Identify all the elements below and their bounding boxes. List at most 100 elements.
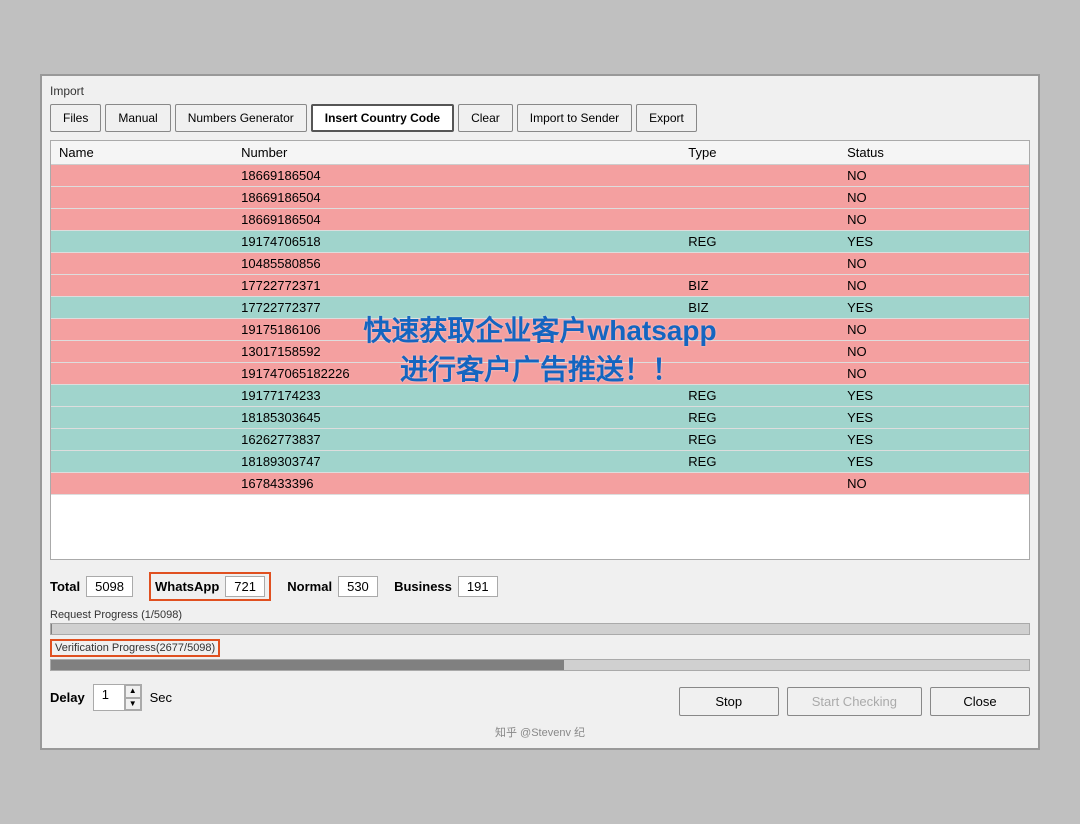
cell-status: YES xyxy=(839,385,1029,407)
whatsapp-value: 721 xyxy=(225,576,265,597)
cell-number: 18669186504 xyxy=(233,209,680,231)
stop-button[interactable]: Stop xyxy=(679,687,779,716)
cell-name xyxy=(51,363,233,385)
start-checking-button[interactable]: Start Checking xyxy=(787,687,922,716)
cell-name xyxy=(51,297,233,319)
source-watermark: 知乎 @Stevenv 纪 xyxy=(50,724,1030,740)
numbers-generator-button[interactable]: Numbers Generator xyxy=(175,104,307,132)
cell-type xyxy=(680,187,839,209)
cell-number: 17722772371 xyxy=(233,275,680,297)
col-type: Type xyxy=(680,141,839,165)
close-button[interactable]: Close xyxy=(930,687,1030,716)
cell-type: BIZ xyxy=(680,275,839,297)
cell-type xyxy=(680,165,839,187)
table-row: 18185303645REGYES xyxy=(51,407,1029,429)
cell-status: NO xyxy=(839,319,1029,341)
cell-status: YES xyxy=(839,429,1029,451)
cell-type: REG xyxy=(680,429,839,451)
cell-status: YES xyxy=(839,451,1029,473)
delay-spinner[interactable]: 1 ▲ ▼ xyxy=(93,684,142,711)
verification-progress-bar-bg xyxy=(50,659,1030,671)
cell-number: 19175186106 xyxy=(233,319,680,341)
cell-type xyxy=(680,209,839,231)
normal-stat: Normal 530 xyxy=(287,576,378,597)
request-progress-bar-bg xyxy=(50,623,1030,635)
cell-name xyxy=(51,407,233,429)
cell-status: NO xyxy=(839,209,1029,231)
request-progress-label: Request Progress (1/5098) xyxy=(50,609,1030,621)
cell-type: REG xyxy=(680,231,839,253)
data-table-container: 快速获取企业客户whatsapp 进行客户广告推送！！ Name Number … xyxy=(50,140,1030,560)
sec-label: Sec xyxy=(150,690,172,705)
cell-status: YES xyxy=(839,231,1029,253)
delay-row: Delay 1 ▲ ▼ Sec Stop Start Checking Clos… xyxy=(50,679,1030,716)
spinner-controls: ▲ ▼ xyxy=(124,685,141,710)
business-value: 191 xyxy=(458,576,498,597)
verification-progress-label: Verification Progress(2677/5098) xyxy=(50,639,1030,657)
cell-name xyxy=(51,319,233,341)
cell-name xyxy=(51,473,233,495)
delay-label: Delay xyxy=(50,690,85,705)
whatsapp-stat: WhatsApp 721 xyxy=(149,572,271,601)
cell-name xyxy=(51,429,233,451)
cell-name xyxy=(51,275,233,297)
col-name: Name xyxy=(51,141,233,165)
cell-number: 18669186504 xyxy=(233,187,680,209)
cell-number: 16262773837 xyxy=(233,429,680,451)
table-row: 13017158592NO xyxy=(51,341,1029,363)
total-stat: Total 5098 xyxy=(50,576,133,597)
import-to-sender-button[interactable]: Import to Sender xyxy=(517,104,632,132)
main-window: Import Files Manual Numbers Generator In… xyxy=(40,74,1040,750)
cell-number: 19177174233 xyxy=(233,385,680,407)
cell-type: BIZ xyxy=(680,297,839,319)
table-row: 19175186106 NO xyxy=(51,319,1029,341)
cell-number: 18669186504 xyxy=(233,165,680,187)
cell-number: 191747065182226 xyxy=(233,363,680,385)
cell-name xyxy=(51,165,233,187)
cell-type: REG xyxy=(680,451,839,473)
files-button[interactable]: Files xyxy=(50,104,101,132)
cell-name xyxy=(51,187,233,209)
total-value: 5098 xyxy=(86,576,133,597)
whatsapp-label: WhatsApp xyxy=(155,579,219,594)
cell-status: NO xyxy=(839,341,1029,363)
table-row: 191747065182226 NO xyxy=(51,363,1029,385)
toolbar: Files Manual Numbers Generator Insert Co… xyxy=(50,104,1030,132)
export-button[interactable]: Export xyxy=(636,104,697,132)
data-table: Name Number Type Status 18669186504NO186… xyxy=(51,141,1029,495)
cell-name xyxy=(51,231,233,253)
cell-status: NO xyxy=(839,363,1029,385)
spinner-up-button[interactable]: ▲ xyxy=(125,685,141,697)
cell-number: 10485580856 xyxy=(233,253,680,275)
cell-status: NO xyxy=(839,253,1029,275)
cell-status: YES xyxy=(839,297,1029,319)
manual-button[interactable]: Manual xyxy=(105,104,170,132)
table-row: 17722772377BIZYES xyxy=(51,297,1029,319)
table-row: 19177174233REGYES xyxy=(51,385,1029,407)
insert-country-code-button[interactable]: Insert Country Code xyxy=(311,104,454,132)
cell-number: 18189303747 xyxy=(233,451,680,473)
spinner-down-button[interactable]: ▼ xyxy=(125,698,141,710)
bottom-buttons: Stop Start Checking Close xyxy=(679,687,1030,716)
col-status: Status xyxy=(839,141,1029,165)
section-label: Import xyxy=(50,84,1030,98)
cell-status: NO xyxy=(839,165,1029,187)
normal-value: 530 xyxy=(338,576,378,597)
clear-button[interactable]: Clear xyxy=(458,104,513,132)
table-row: 18669186504 NO xyxy=(51,165,1029,187)
table-row: 10485580856 NO xyxy=(51,253,1029,275)
request-progress-section: Request Progress (1/5098) xyxy=(50,609,1030,635)
cell-name xyxy=(51,253,233,275)
cell-name xyxy=(51,209,233,231)
cell-type xyxy=(680,473,839,495)
cell-status: NO xyxy=(839,275,1029,297)
cell-status: NO xyxy=(839,473,1029,495)
cell-type: REG xyxy=(680,407,839,429)
cell-type xyxy=(680,253,839,275)
cell-name xyxy=(51,341,233,363)
verification-progress-section: Verification Progress(2677/5098) xyxy=(50,639,1030,671)
table-row: 18189303747REGYES xyxy=(51,451,1029,473)
normal-label: Normal xyxy=(287,579,332,594)
business-stat: Business 191 xyxy=(394,576,498,597)
table-row: 1678433396NO xyxy=(51,473,1029,495)
